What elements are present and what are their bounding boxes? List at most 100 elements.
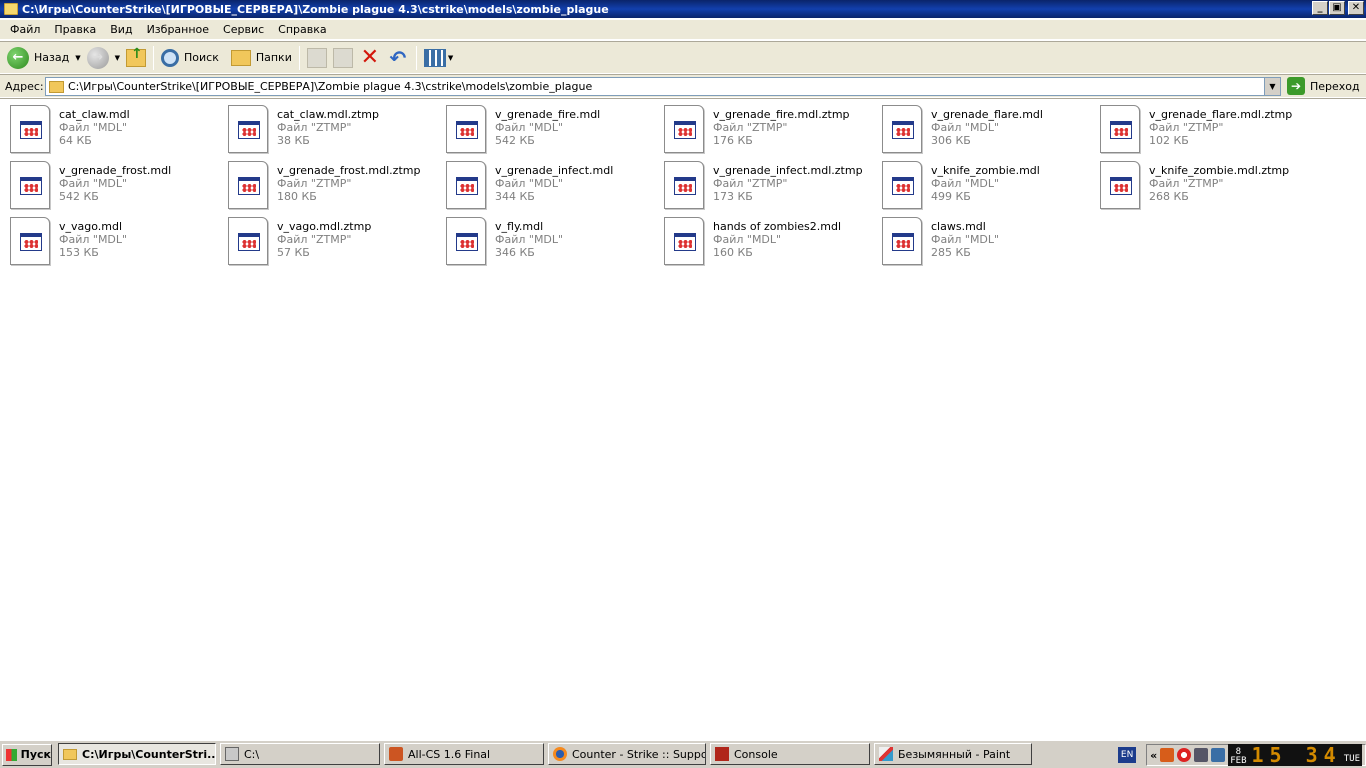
file-list-pane[interactable]: cat_claw.mdl Файл "MDL" 64 КБ cat_claw.mdl.…	[0, 98, 1366, 738]
chevron-down-icon[interactable]: ▼	[448, 54, 453, 62]
address-input[interactable]: C:\Игры\CounterStrike\[ИГРОВЫЕ_СЕРВЕРА]\…	[45, 77, 1281, 96]
system-tray: EN « 8 FEB 15 34 TUE	[1118, 743, 1366, 767]
file-type: Файл "MDL"	[931, 177, 1000, 190]
search-button[interactable]: Поиск	[158, 45, 222, 71]
file-item[interactable]: claws.mdl Файл "MDL" 285 КБ	[882, 217, 1092, 267]
folder-icon	[63, 748, 77, 760]
views-button[interactable]: ▼	[421, 45, 456, 71]
address-value[interactable]: C:\Игры\CounterStrike\[ИГРОВЫЕ_СЕРВЕРА]\…	[68, 80, 592, 93]
window-controls: _ ▣ ✕	[1312, 1, 1364, 15]
file-name: cat_claw.mdl	[59, 108, 130, 121]
file-icon-window	[456, 121, 478, 139]
file-size: 57 КБ	[277, 246, 310, 259]
delete-button[interactable]: ✕	[356, 45, 384, 71]
menu-tools[interactable]: Сервис	[216, 23, 271, 36]
menu-view[interactable]: Вид	[103, 23, 139, 36]
folder-icon	[49, 80, 64, 93]
up-folder-button[interactable]	[123, 45, 149, 71]
folders-button[interactable]: Папки	[228, 45, 295, 71]
tray-opera-icon[interactable]	[1177, 748, 1192, 762]
file-item[interactable]: v_grenade_flare.mdl.ztmp Файл "ZTMP" 102 К…	[1100, 105, 1310, 155]
task-label: C:\Игры\CounterStri...	[82, 747, 216, 761]
maximize-button[interactable]: ▣	[1329, 1, 1345, 15]
language-indicator[interactable]: EN	[1118, 747, 1137, 763]
file-name: v_grenade_fire.mdl	[495, 108, 601, 121]
copy-to-button[interactable]	[330, 45, 356, 71]
start-button[interactable]: Пуск	[2, 743, 52, 766]
menu-help[interactable]: Справка	[271, 23, 333, 36]
chevron-down-icon[interactable]: ▼	[115, 54, 120, 62]
file-item[interactable]: v_knife_zombie.mdl.ztmp Файл "ZTMP" 268 КБ	[1100, 161, 1310, 211]
folder-icon	[4, 3, 18, 15]
chevron-down-icon[interactable]: ▼	[75, 54, 80, 62]
windows-logo-icon	[6, 748, 17, 761]
file-item[interactable]: v_grenade_frost.mdl Файл "MDL" 542 КБ	[10, 161, 220, 211]
close-button[interactable]: ✕	[1348, 1, 1364, 15]
undo-button[interactable]: ↶	[384, 45, 412, 71]
address-dropdown-button[interactable]: ▼	[1264, 78, 1280, 95]
task-label: Безымянный - Paint	[898, 747, 1011, 761]
clock[interactable]: 8 FEB 15 34 TUE	[1228, 744, 1362, 766]
file-item[interactable]: v_grenade_frost.mdl.ztmp Файл "ZTMP" 180 К…	[228, 161, 438, 211]
search-icon	[161, 48, 179, 67]
title-bar: C:\Игры\CounterStrike\[ИГРОВЫЕ_СЕРВЕРА]\…	[0, 0, 1366, 18]
clock-day-of-week: TUE	[1343, 754, 1360, 764]
file-size: 346 КБ	[495, 246, 535, 259]
task-all-cs[interactable]: All-CS 1.6 Final	[384, 743, 544, 765]
file-item[interactable]: v_grenade_flare.mdl Файл "MDL" 306 КБ	[882, 105, 1092, 155]
tray-app-icon[interactable]	[1211, 748, 1226, 762]
tray-app-icon[interactable]	[1194, 748, 1209, 762]
toolbar: ← Назад ▼ → ▼ Поиск Папки ✕ ↶ ▼	[0, 41, 1366, 73]
task-label: All-CS 1.6 Final	[408, 747, 491, 761]
file-item[interactable]: v_knife_zombie.mdl Файл "MDL" 499 КБ	[882, 161, 1092, 211]
task-label: Console	[734, 747, 778, 761]
menu-file[interactable]: Файл	[3, 23, 47, 36]
file-item[interactable]: v_fly.mdl Файл "MDL" 346 КБ	[446, 217, 656, 267]
window-title: C:\Игры\CounterStrike\[ИГРОВЫЕ_СЕРВЕРА]\…	[22, 2, 609, 16]
minimize-button[interactable]: _	[1312, 1, 1328, 15]
tray-app-icon[interactable]	[1160, 748, 1175, 762]
file-type: Файл "MDL"	[495, 177, 564, 190]
file-item[interactable]: v_grenade_infect.mdl.ztmp Файл "ZTMP" 173 …	[664, 161, 874, 211]
show-hidden-icons-button[interactable]: «	[1150, 749, 1157, 762]
task-label: C:\	[244, 747, 260, 761]
folders-label: Папки	[255, 51, 292, 64]
clock-date: 8 FEB	[1228, 748, 1248, 766]
task-c-drive[interactable]: C:\	[220, 743, 380, 765]
task-console[interactable]: Console	[710, 743, 870, 765]
task-explorer[interactable]: C:\Игры\CounterStri...	[58, 743, 216, 765]
forward-button[interactable]: → ▼	[84, 45, 123, 71]
file-type: Файл "MDL"	[495, 121, 564, 134]
file-meta: v_grenade_flare.mdl Файл "MDL" 306 КБ	[931, 108, 1043, 155]
file-item[interactable]: cat_claw.mdl Файл "MDL" 64 КБ	[10, 105, 220, 155]
file-item[interactable]: v_grenade_fire.mdl.ztmp Файл "ZTMP" 176 КБ	[664, 105, 874, 155]
task-firefox[interactable]: Counter - Strike :: Suppo...	[548, 743, 706, 765]
task-paint[interactable]: Безымянный - Paint	[874, 743, 1032, 765]
file-name: v_knife_zombie.mdl.ztmp	[1149, 164, 1290, 177]
mdl-file-icon	[664, 217, 704, 265]
file-item[interactable]: hands of zombies2.mdl Файл "MDL" 160 КБ	[664, 217, 874, 267]
file-item[interactable]: cat_claw.mdl.ztmp Файл "ZTMP" 38 КБ	[228, 105, 438, 155]
menu-bar: Файл Правка Вид Избранное Сервис Справка	[0, 20, 1366, 40]
file-item[interactable]: v_grenade_infect.mdl Файл "MDL" 344 КБ	[446, 161, 656, 211]
mdl-file-icon	[228, 161, 268, 209]
file-name: v_grenade_infect.mdl	[495, 164, 614, 177]
file-size: 542 КБ	[495, 134, 535, 147]
file-icon-window	[892, 177, 914, 195]
clock-month: FEB	[1230, 756, 1247, 766]
menu-favorites[interactable]: Избранное	[140, 23, 216, 36]
mdl-file-icon	[1100, 105, 1140, 153]
toolbar-separator	[153, 45, 154, 70]
file-type: Файл "MDL"	[931, 121, 1000, 134]
back-button[interactable]: ← Назад ▼	[4, 45, 84, 71]
paint-icon	[879, 747, 893, 761]
back-label: Назад	[34, 51, 70, 64]
menu-edit[interactable]: Правка	[47, 23, 103, 36]
file-item[interactable]: v_vago.mdl.ztmp Файл "ZTMP" 57 КБ	[228, 217, 438, 267]
mdl-file-icon	[882, 161, 922, 209]
file-item[interactable]: v_grenade_fire.mdl Файл "MDL" 542 КБ	[446, 105, 656, 155]
move-to-button[interactable]	[304, 45, 330, 71]
go-button[interactable]: ➔ Переход	[1287, 77, 1360, 95]
file-item[interactable]: v_vago.mdl Файл "MDL" 153 КБ	[10, 217, 220, 267]
file-name: v_fly.mdl	[495, 220, 544, 233]
